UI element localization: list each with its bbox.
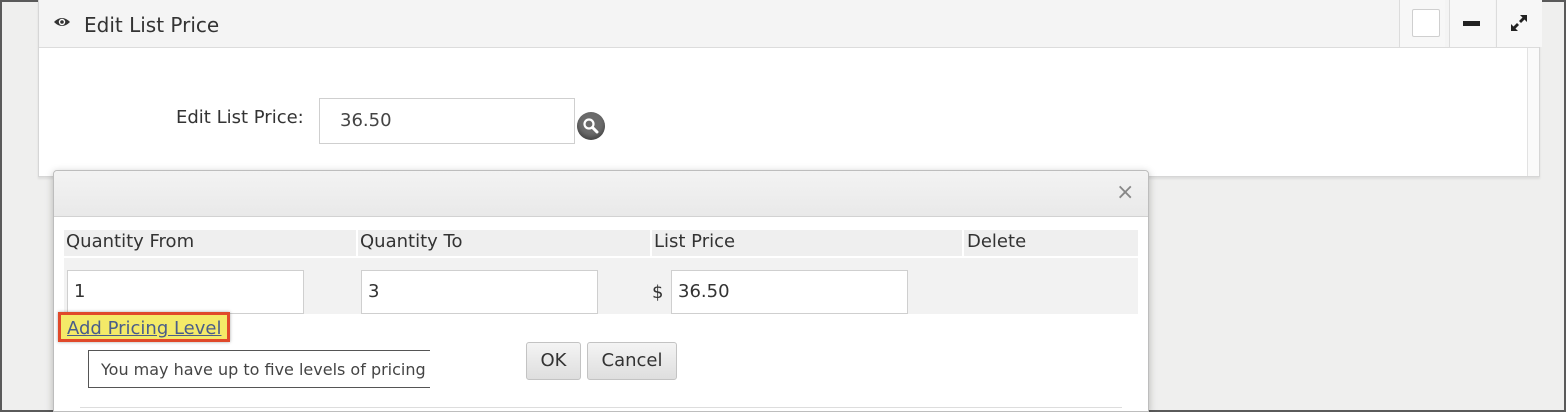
list-price-input[interactable]: 36.50	[671, 270, 908, 314]
column-quantity-to: Quantity To	[360, 231, 463, 252]
ok-button[interactable]: OK	[526, 342, 581, 380]
select-checkbox-button[interactable]	[1399, 0, 1445, 47]
tooltip-text: You may have up to five levels of pricin…	[101, 360, 426, 379]
cancel-button[interactable]: Cancel	[587, 342, 677, 380]
quantity-from-input[interactable]: 1	[67, 270, 304, 314]
checkbox-icon[interactable]	[1412, 9, 1440, 37]
currency-symbol: $	[652, 282, 664, 303]
minimize-icon	[1463, 21, 1480, 26]
quantity-to-input[interactable]: 3	[361, 270, 598, 314]
panel-scrollbar[interactable]	[1527, 48, 1539, 176]
minimize-button[interactable]	[1449, 0, 1495, 47]
eye-icon	[54, 18, 70, 26]
table-row: 1 3 $ 36.50	[64, 258, 1138, 314]
column-list-price: List Price	[654, 231, 736, 252]
search-icon	[583, 118, 599, 134]
edit-list-price-panel: Edit List Price Edit List Price: 36.50	[38, 0, 1542, 177]
pricing-levels-tooltip: You may have up to five levels of pricin…	[88, 350, 430, 388]
column-divider	[356, 230, 358, 256]
column-delete: Delete	[967, 231, 1027, 252]
divider	[80, 407, 1122, 408]
panel-header: Edit List Price	[39, 0, 1542, 48]
column-divider	[650, 230, 652, 256]
expand-button[interactable]	[1496, 0, 1542, 47]
column-divider	[962, 230, 964, 256]
panel-title: Edit List Price	[84, 13, 220, 37]
expand-icon	[1511, 15, 1527, 31]
lookup-button[interactable]	[577, 112, 605, 140]
pricing-table-header: Quantity From Quantity To List Price Del…	[64, 230, 1138, 256]
edit-list-price-label: Edit List Price:	[176, 107, 304, 128]
close-icon[interactable]: ×	[1116, 180, 1134, 205]
dialog-titlebar: ×	[54, 171, 1148, 217]
add-pricing-level-link[interactable]: Add Pricing Level	[58, 312, 231, 342]
edit-list-price-input[interactable]: 36.50	[319, 98, 575, 144]
column-quantity-from: Quantity From	[66, 231, 195, 252]
pricing-levels-dialog: × Quantity From Quantity To List Price D…	[53, 170, 1149, 412]
